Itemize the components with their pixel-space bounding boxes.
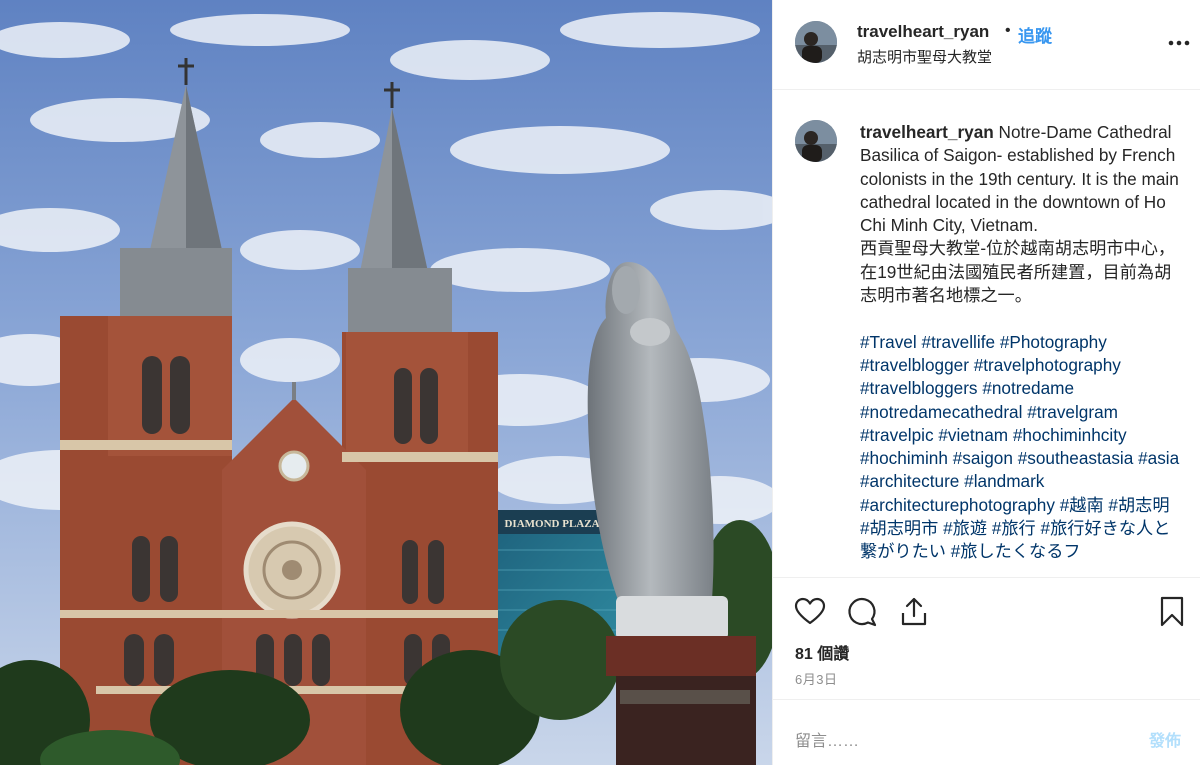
hashtag-link[interactable]: #landmark — [964, 471, 1044, 491]
post-caption: travelheart_ryan Notre-Dame Cathedral Ba… — [860, 121, 1182, 564]
post-sidebar: travelheart_ryan • 追蹤 胡志明市聖母大教堂 travelhe… — [772, 0, 1200, 765]
hashtag-link[interactable]: #travellife — [921, 332, 995, 352]
hashtag-link[interactable]: #hochiminh — [860, 448, 948, 468]
caption-username-link[interactable]: travelheart_ryan — [860, 122, 994, 142]
hashtag-link[interactable]: #Photography — [1000, 332, 1107, 352]
hashtag-link[interactable]: #旅遊 — [943, 518, 987, 538]
hashtag-link[interactable]: #saigon — [953, 448, 1013, 468]
hashtag-link[interactable]: #travelgram — [1027, 402, 1118, 422]
hashtag-link[interactable]: #hochiminhcity — [1013, 425, 1127, 445]
hashtag-link[interactable]: #胡志明 — [1108, 495, 1169, 515]
hashtag-link[interactable]: #胡志明市 — [860, 518, 938, 538]
comment-icon[interactable] — [845, 595, 879, 629]
avatar[interactable] — [795, 21, 837, 63]
hashtag-list: #Travel #travellife #Photography #travel… — [860, 331, 1182, 564]
username-link[interactable]: travelheart_ryan — [857, 22, 989, 42]
hashtag-link[interactable]: #travelphotography — [974, 355, 1121, 375]
hashtag-link[interactable]: #notredame — [982, 378, 1074, 398]
share-icon[interactable] — [897, 595, 931, 629]
bookmark-icon[interactable] — [1155, 595, 1189, 629]
post-photo[interactable]: DIAMOND PLAZA — [0, 0, 772, 765]
comment-input[interactable]: 留言…… — [795, 727, 859, 751]
follow-button[interactable]: 追蹤 — [1018, 22, 1052, 47]
caption-chinese: 西貢聖母大教堂-位於越南胡志明市中心，在19世紀由法國殖民者所建置，目前為胡志明… — [860, 238, 1176, 306]
caption-avatar[interactable] — [795, 120, 837, 162]
hashtag-link[interactable]: #Travel — [860, 332, 917, 352]
location-link[interactable]: 胡志明市聖母大教堂 — [857, 46, 992, 67]
separator-dot: • — [1005, 22, 1011, 39]
hashtag-link[interactable]: #越南 — [1060, 495, 1104, 515]
heart-icon[interactable] — [793, 595, 827, 629]
hashtag-link[interactable]: #notredamecathedral — [860, 402, 1022, 422]
caption-english-block: travelheart_ryan Notre-Dame Cathedral Ba… — [860, 121, 1182, 237]
caption-area: travelheart_ryan Notre-Dame Cathedral Ba… — [773, 91, 1200, 577]
hashtag-link[interactable]: #travelpic — [860, 425, 934, 445]
hashtag-link[interactable]: #travelbloggers — [860, 378, 978, 398]
likes-count[interactable]: 81 個讚 — [795, 640, 849, 664]
instagram-post: DIAMOND PLAZA travelheart_ryan • 追蹤 胡志明市… — [0, 0, 1200, 765]
hashtag-link[interactable]: #旅行 — [992, 518, 1036, 538]
hashtag-link[interactable]: #travelblogger — [860, 355, 969, 375]
post-date[interactable]: 6月3日 — [795, 669, 837, 688]
post-comment-button[interactable]: 發佈 — [1149, 727, 1181, 751]
avatar-photo-icon — [795, 21, 837, 63]
building-sign: DIAMOND PLAZA — [504, 518, 599, 530]
cathedral-photo: DIAMOND PLAZA — [0, 0, 772, 765]
post-header: travelheart_ryan • 追蹤 胡志明市聖母大教堂 — [773, 0, 1200, 90]
hashtag-link[interactable]: #asia — [1138, 448, 1179, 468]
action-bar: 81 個讚 6月3日 — [773, 577, 1200, 699]
more-options-icon[interactable] — [1165, 30, 1193, 54]
avatar-photo-icon — [795, 120, 837, 162]
comment-box: 留言…… 發佈 — [773, 699, 1200, 765]
hashtag-link[interactable]: #旅したくなるフ — [951, 541, 1081, 561]
hashtag-link[interactable]: #vietnam — [938, 425, 1008, 445]
hashtag-link[interactable]: #southeastasia — [1018, 448, 1134, 468]
hashtag-link[interactable]: #architecturephotography — [860, 495, 1055, 515]
hashtag-link[interactable]: #architecture — [860, 471, 959, 491]
